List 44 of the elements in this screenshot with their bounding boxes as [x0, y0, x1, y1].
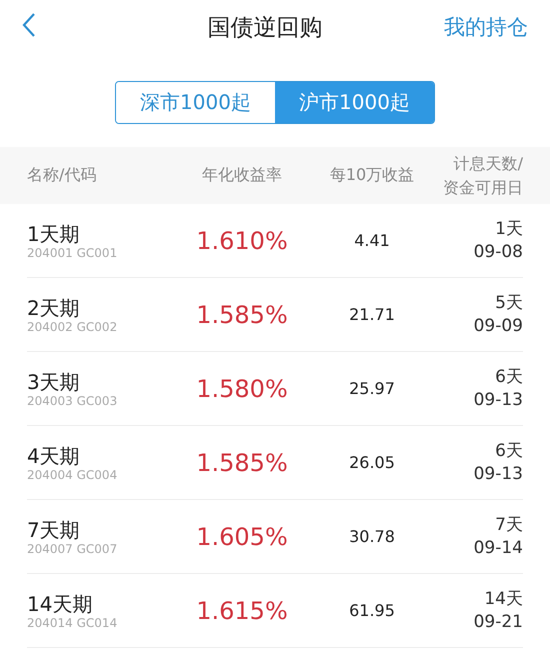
product-code: 204007 GC007	[27, 542, 118, 556]
product-code: 204003 GC003	[27, 394, 118, 408]
interest-days: 14天	[484, 588, 523, 610]
interest-days: 1天	[495, 218, 523, 240]
column-header: 名称/代码	[27, 165, 98, 186]
available-date: 09-14	[474, 536, 523, 560]
available-date: 09-09	[474, 314, 523, 338]
annual-rate: 1.585%	[195, 300, 289, 328]
interest-days: 6天	[495, 440, 523, 462]
column-header: 计息天数/ 资金可用日	[442, 153, 523, 198]
annual-rate: 1.605%	[195, 522, 289, 550]
annual-rate: 1.585%	[195, 448, 289, 476]
chevron-left-icon	[22, 12, 36, 38]
interest-days: 5天	[495, 292, 523, 314]
profit-value: 26.05	[348, 453, 396, 472]
product-code: 204002 GC002	[27, 320, 118, 334]
annual-rate: 1.610%	[195, 226, 289, 254]
product-code: 204001 GC001	[27, 246, 118, 260]
product-name: 4天期	[27, 444, 81, 468]
product-code: 204004 GC004	[27, 468, 118, 482]
available-date: 09-13	[474, 462, 523, 486]
product-name: 14天期	[27, 592, 94, 616]
profit-value: 30.78	[348, 527, 396, 546]
product-name: 2天期	[27, 296, 81, 320]
product-name: 7天期	[27, 518, 81, 542]
profit-value: 4.41	[353, 231, 391, 250]
product-name: 1天期	[27, 222, 81, 246]
available-date: 09-21	[474, 610, 523, 634]
product-name: 3天期	[27, 370, 81, 394]
column-header: 每10万收益	[328, 165, 416, 186]
product-code: 204014 GC014	[27, 616, 118, 630]
available-date: 09-08	[474, 240, 523, 264]
annual-rate: 1.580%	[195, 374, 289, 402]
annual-rate: 1.615%	[195, 596, 289, 624]
interest-days: 7天	[495, 514, 523, 536]
available-date: 09-13	[474, 388, 523, 412]
interest-days: 6天	[495, 366, 523, 388]
profit-value: 25.97	[348, 379, 396, 398]
page-title: 国债逆回购	[208, 14, 322, 42]
profit-value: 21.71	[348, 305, 396, 324]
column-header: 年化收益率	[201, 165, 283, 186]
profit-value: 61.95	[348, 601, 396, 620]
holdings-link[interactable]: 我的持仓	[444, 13, 528, 41]
market-tab[interactable]: 沪市1000起	[275, 82, 434, 123]
